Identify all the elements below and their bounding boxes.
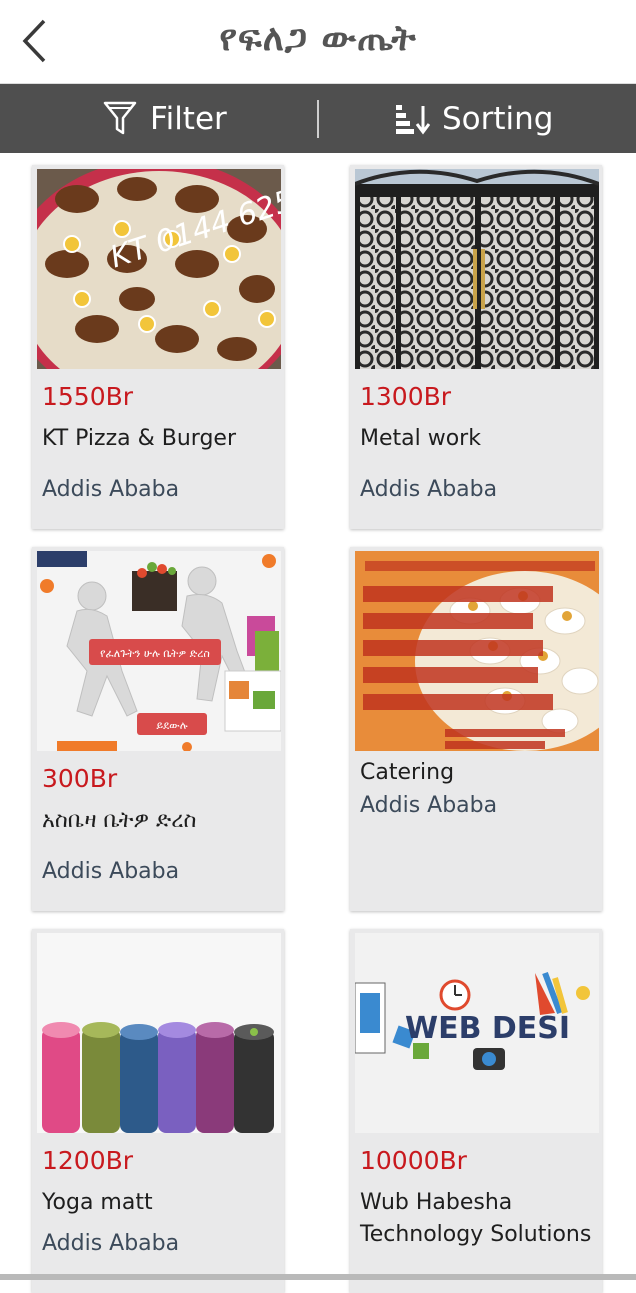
- listing-price: 1200Br: [42, 1146, 134, 1175]
- toolbar-divider: [317, 100, 319, 138]
- listing-location: Addis Ababa: [360, 477, 498, 502]
- sort-descending-icon: [396, 104, 430, 134]
- listing-title: Metal work: [360, 426, 481, 451]
- listing-card[interactable]: የፈለጉትን ሁሉ ቤትዎ ድረስ ይደውሉ 300Br አስቤዛ ቤትዎ ድረ…: [32, 547, 284, 911]
- listing-location: Addis Ababa: [360, 793, 498, 818]
- listing-card[interactable]: KT 0144 625949 1550Br KT Pizza & Burger …: [32, 165, 284, 529]
- filter-sort-toolbar: Filter Sorting: [0, 84, 636, 153]
- listing-image-yoga-mats: [37, 933, 281, 1133]
- sorting-button[interactable]: Sorting: [394, 84, 553, 153]
- image-text: WEB DESI: [405, 1011, 570, 1046]
- image-text-2: ይደውሉ: [156, 719, 187, 732]
- listing-card[interactable]: 1200Br Yoga matt Addis Ababa: [32, 929, 284, 1293]
- listing-price: 300Br: [42, 764, 118, 793]
- listing-title: Wub Habesha Technology Solutions: [360, 1190, 592, 1247]
- listing-location: Addis Ababa: [42, 859, 180, 884]
- sorting-label: Sorting: [442, 100, 554, 137]
- listing-price: 1300Br: [360, 382, 452, 411]
- listing-image-web-design: WEB DESI: [355, 933, 599, 1133]
- listing-price: 1550Br: [42, 382, 134, 411]
- listing-location: Addis Ababa: [42, 477, 180, 502]
- filter-label: Filter: [150, 100, 227, 137]
- listing-price: 10000Br: [360, 1146, 467, 1175]
- image-text: የፈለጉትን ሁሉ ቤትዎ ድረስ: [100, 647, 210, 660]
- funnel-icon: [103, 101, 137, 134]
- listing-image-delivery: የፈለጉትን ሁሉ ቤትዎ ድረስ ይደውሉ: [37, 551, 281, 751]
- app-header: የፍለጋ ውጤት: [0, 0, 636, 84]
- filter-button[interactable]: Filter: [102, 84, 227, 153]
- listing-location: Addis Ababa: [42, 1231, 180, 1256]
- bottom-scroll-edge: [0, 1274, 636, 1280]
- listing-title: አስቤዛ ቤትዎ ድረስ: [42, 808, 197, 833]
- listing-card[interactable]: Catering Addis Ababa: [350, 547, 602, 911]
- listing-image-metal-gate: [355, 169, 599, 369]
- listing-card[interactable]: 1300Br Metal work Addis Ababa: [350, 165, 602, 529]
- listing-card[interactable]: WEB DESI 10000Br Wub Habesha Technology …: [350, 929, 602, 1293]
- page-title: የፍለጋ ውጤት: [219, 18, 417, 59]
- listing-image-food: KT 0144 625949: [37, 169, 281, 369]
- listing-title: KT Pizza & Burger: [42, 426, 237, 451]
- listing-title: Yoga matt: [42, 1190, 153, 1215]
- listing-image-catering: [355, 551, 599, 751]
- listing-grid: KT 0144 625949 1550Br KT Pizza & Burger …: [0, 153, 636, 1293]
- listing-title: Catering: [360, 760, 455, 785]
